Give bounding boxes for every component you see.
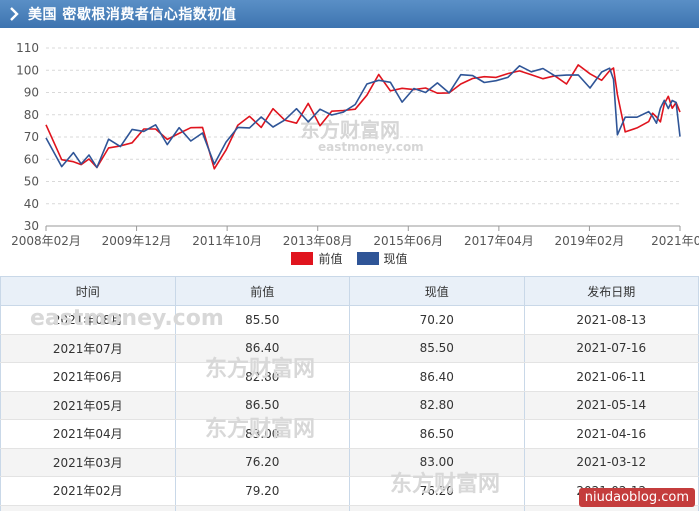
cell-prev: 79.20 — [174, 476, 350, 506]
cell-prev: 83.00 — [174, 419, 350, 449]
cell-time: 2021年03月 — [0, 448, 176, 477]
y-tick-label: 50 — [24, 175, 39, 189]
cell-curr: 86.40 — [349, 362, 525, 392]
cell-date: 2021-04-16 — [523, 419, 699, 449]
cell-time: 2021年08月 — [0, 305, 176, 335]
table-row[interactable]: 2021年08月 85.50 70.20 2021-08-13 — [0, 305, 699, 335]
cell-time: 2021年02月 — [0, 476, 176, 506]
table-row[interactable]: 2021年07月 86.40 85.50 2021-07-16 — [0, 334, 699, 363]
legend-swatch-curr — [356, 252, 379, 265]
table-row[interactable]: 2021年05月 86.50 82.80 2021-05-14 — [0, 391, 699, 420]
cell-prev: 85.50 — [174, 305, 350, 335]
cell-prev: 86.40 — [174, 334, 350, 363]
y-tick-label: 100 — [16, 63, 39, 77]
legend-label-curr: 现值 — [383, 252, 408, 266]
watermark-brand-cn: 东方财富网 — [300, 118, 400, 142]
legend-swatch-prev — [291, 252, 314, 265]
cell-prev: 76.20 — [174, 448, 350, 477]
x-tick-label: 2009年12月 — [102, 234, 172, 248]
watermark-brand-en: eastmoney.com — [318, 140, 424, 154]
cell-time: 2021年04月 — [0, 419, 176, 449]
cell-time: 2021年05月 — [0, 391, 176, 420]
x-tick-label: 2013年08月 — [283, 234, 353, 248]
data-table: 时间 前值 现值 发布日期 2021年08月 85.50 70.20 2021-08-… — [0, 276, 699, 511]
data-table-container[interactable]: 时间 前值 现值 发布日期 2021年08月 85.50 70.20 2021-08-… — [0, 276, 699, 511]
table-row[interactable]: 2021年03月 76.20 83.00 2021-03-12 — [0, 448, 699, 477]
table-body: 2021年08月 85.50 70.20 2021-08-13 2021年07月 86.4… — [0, 305, 699, 511]
title-bar: 美国 密歇根消费者信心指数初值 — [0, 0, 699, 28]
x-tick-label: 2008年02月 — [11, 234, 81, 248]
cell-curr: 82.80 — [349, 391, 525, 420]
cell-curr: 79.20 — [349, 505, 525, 511]
cell-time: 2021年07月 — [0, 334, 176, 363]
x-tick-label: 2011年10月 — [192, 234, 262, 248]
cell-curr: 85.50 — [349, 334, 525, 363]
cell-date: 2021-05-14 — [523, 391, 699, 420]
col-header-time[interactable]: 时间 — [0, 276, 176, 306]
legend-label-prev: 前值 — [318, 252, 343, 266]
cell-curr: 76.20 — [349, 476, 525, 506]
site-watermark: niudaoblog.com — [578, 488, 695, 507]
col-header-date[interactable]: 发布日期 — [523, 276, 699, 306]
cell-time: 2021年01月 — [0, 505, 176, 511]
y-axis: 30 40 50 60 70 80 90 100 110 — [16, 41, 39, 233]
x-tick-label: 2017年04月 — [464, 234, 534, 248]
table-header-row: 时间 前值 现值 发布日期 — [0, 276, 699, 306]
y-tick-label: 40 — [24, 197, 39, 211]
page-title: 美国 密歇根消费者信心指数初值 — [28, 7, 237, 23]
table-row[interactable]: 2021年04月 83.00 86.50 2021-04-16 — [0, 419, 699, 449]
cell-date: 2021-03-12 — [523, 448, 699, 477]
cell-date: 2021-07-16 — [523, 334, 699, 363]
cell-curr: 83.00 — [349, 448, 525, 477]
table-row[interactable]: 2021年06月 82.80 86.40 2021-06-11 — [0, 362, 699, 392]
x-tick-label: 2021年08 — [651, 234, 699, 248]
line-chart: 东方财富网 eastmoney.com 30 40 50 60 70 80 90 100 110… — [11, 41, 699, 248]
cell-prev: 86.50 — [174, 391, 350, 420]
y-tick-label: 30 — [24, 219, 39, 233]
col-header-prev[interactable]: 前值 — [174, 276, 350, 306]
y-tick-label: 90 — [24, 86, 39, 100]
cell-prev: 81.40 — [174, 505, 350, 511]
cell-curr: 70.20 — [349, 305, 525, 335]
chevron-right-icon[interactable] — [0, 7, 28, 21]
cell-curr: 86.50 — [349, 419, 525, 449]
y-tick-label: 80 — [24, 108, 39, 122]
x-tick-label: 2019年02月 — [555, 234, 625, 248]
cell-prev: 82.80 — [174, 362, 350, 392]
y-tick-label: 110 — [16, 41, 39, 55]
legend-item-curr[interactable]: 现值 — [356, 250, 408, 267]
cell-time: 2021年06月 — [0, 362, 176, 392]
legend-item-prev[interactable]: 前值 — [291, 250, 343, 267]
x-axis: 2008年02月 2009年12月 2011年10月 2013年08月 2015年06月… — [11, 226, 699, 248]
x-tick-label: 2015年06月 — [373, 234, 443, 248]
col-header-curr[interactable]: 现值 — [349, 276, 525, 306]
y-tick-label: 70 — [24, 130, 39, 144]
cell-date: 2021-08-13 — [523, 305, 699, 335]
cell-date: 2021-06-11 — [523, 362, 699, 392]
y-tick-label: 60 — [24, 152, 39, 166]
chart-legend: 前值 现值 — [0, 250, 699, 267]
